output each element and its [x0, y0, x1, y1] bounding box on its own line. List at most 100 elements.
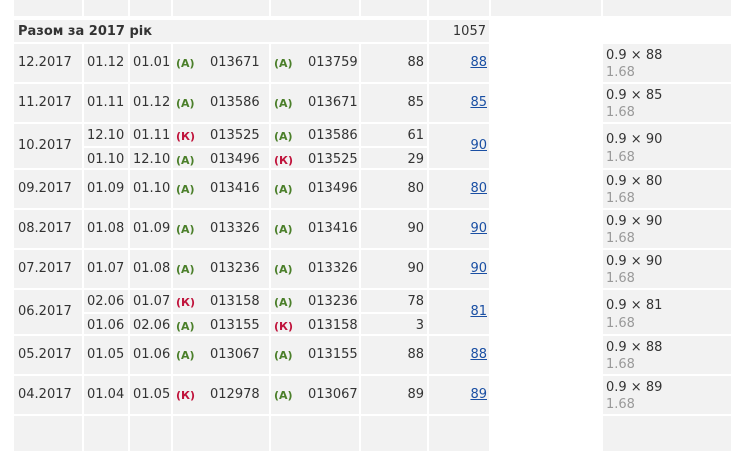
table-row: 11.2017 01.11 01.12 (А) 013586 (А) 013671 85 85 0… [0, 84, 731, 124]
reading-type-badge: (А) [176, 349, 195, 362]
total-link[interactable]: 88 [470, 55, 487, 70]
summary-total: 1057 [452, 24, 486, 39]
tariff-rate: 1.68 [606, 105, 635, 120]
total-link[interactable]: 90 [470, 138, 487, 153]
table-cell [271, 416, 359, 451]
table-cell [173, 416, 269, 451]
consumption-value: 90 [407, 261, 424, 276]
reading-type-badge: (А) [274, 296, 293, 309]
start-reading: 013496 [210, 152, 260, 167]
consumption-value: 88 [407, 347, 424, 362]
total-link[interactable]: 80 [470, 181, 487, 196]
date-to: 01.05 [133, 387, 171, 402]
reading-type-badge: (К) [274, 154, 294, 167]
date-from: 01.11 [87, 95, 125, 110]
reading-type-badge: (К) [176, 130, 196, 143]
table-cell [491, 124, 601, 168]
summary-label: Разом за 2017 рік [18, 24, 153, 39]
period-label: 11.2017 [18, 95, 72, 110]
start-reading: 012978 [210, 387, 260, 402]
table-cell [491, 44, 601, 82]
table-row-partial [0, 416, 731, 451]
consumption-value: 90 [407, 221, 424, 236]
date-from: 01.04 [87, 387, 125, 402]
period-label: 06.2017 [18, 304, 72, 319]
date-to: 01.12 [133, 95, 171, 110]
end-reading: 013416 [308, 221, 358, 236]
date-to: 12.10 [133, 152, 171, 167]
end-reading: 013326 [308, 261, 358, 276]
date-to: 01.11 [133, 128, 171, 143]
tariff-formula: 0.9 × 90 [606, 254, 663, 269]
total-link[interactable]: 85 [470, 95, 487, 110]
consumption-value: 88 [407, 55, 424, 70]
date-to: 02.06 [133, 318, 171, 333]
date-to: 01.10 [133, 181, 171, 196]
date-from: 01.05 [87, 347, 125, 362]
date-from: 01.09 [87, 181, 125, 196]
table-cell [361, 416, 427, 451]
tariff-rate: 1.68 [606, 316, 635, 331]
reading-type-badge: (А) [274, 349, 293, 362]
end-reading: 013759 [308, 55, 358, 70]
tariff-formula: 0.9 × 80 [606, 174, 663, 189]
tariff-formula: 0.9 × 85 [606, 88, 663, 103]
date-to: 01.09 [133, 221, 171, 236]
table-cell [491, 20, 731, 42]
reading-type-badge: (К) [176, 296, 196, 309]
date-from: 02.06 [87, 294, 125, 309]
date-from: 01.08 [87, 221, 125, 236]
reading-type-badge: (А) [274, 263, 293, 276]
table-row: 05.2017 01.05 01.06 (А) 013067 (А) 013155 88 88 0… [0, 336, 731, 376]
consumption-value: 29 [407, 152, 424, 167]
total-link[interactable]: 89 [470, 387, 487, 402]
reading-type-badge: (А) [176, 154, 195, 167]
tariff-rate: 1.68 [606, 191, 635, 206]
date-to: 01.08 [133, 261, 171, 276]
tariff-rate: 1.68 [606, 231, 635, 246]
date-to: 01.01 [133, 55, 171, 70]
reading-type-badge: (А) [176, 183, 195, 196]
tariff-formula: 0.9 × 90 [606, 214, 663, 229]
date-from: 01.12 [87, 55, 125, 70]
period-label: 10.2017 [18, 138, 72, 153]
period-label: 07.2017 [18, 261, 72, 276]
reading-type-badge: (А) [176, 97, 195, 110]
reading-type-badge: (А) [274, 223, 293, 236]
table-row: 04.2017 01.04 01.05 (К) 012978 (А) 013067 89 89 0… [0, 376, 731, 416]
end-reading: 013155 [308, 347, 358, 362]
total-link[interactable]: 81 [470, 304, 487, 319]
table-cell [491, 376, 601, 414]
period-label: 05.2017 [18, 347, 72, 362]
table-cell [491, 170, 601, 208]
table-cell [491, 250, 601, 288]
tariff-rate: 1.68 [606, 357, 635, 372]
end-reading: 013671 [308, 95, 358, 110]
total-link[interactable]: 90 [470, 261, 487, 276]
date-to: 01.06 [133, 347, 171, 362]
table-row: 08.2017 01.08 01.09 (А) 013326 (А) 013416 90 90 0… [0, 210, 731, 250]
table-row: 12.2017 01.12 01.01 (А) 013671 (А) 013759 88 88 0… [0, 44, 731, 84]
reading-type-badge: (А) [176, 263, 195, 276]
date-to: 01.07 [133, 294, 171, 309]
table-cell [491, 210, 601, 248]
tariff-formula: 0.9 × 88 [606, 48, 663, 63]
consumption-value: 85 [407, 95, 424, 110]
period-label: 08.2017 [18, 221, 72, 236]
start-reading: 013326 [210, 221, 260, 236]
consumption-value: 89 [407, 387, 424, 402]
reading-type-badge: (А) [274, 57, 293, 70]
table-cell [14, 416, 82, 451]
period-label: 04.2017 [18, 387, 72, 402]
period-label: 12.2017 [18, 55, 72, 70]
reading-type-badge: (А) [274, 183, 293, 196]
start-reading: 013158 [210, 294, 260, 309]
reading-type-badge: (К) [176, 389, 196, 402]
tariff-rate: 1.68 [606, 271, 635, 286]
reading-type-badge: (А) [274, 97, 293, 110]
tariff-rate: 1.68 [606, 397, 635, 412]
total-link[interactable]: 88 [470, 347, 487, 362]
tariff-rate: 1.68 [606, 65, 635, 80]
total-link[interactable]: 90 [470, 221, 487, 236]
reading-type-badge: (К) [274, 320, 294, 333]
